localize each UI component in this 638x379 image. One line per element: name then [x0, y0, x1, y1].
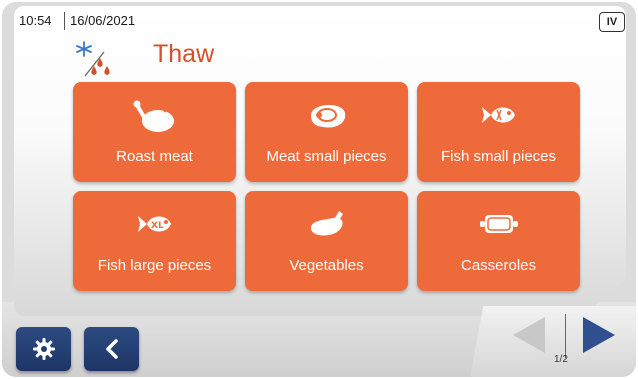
nav-divider [565, 314, 566, 358]
page-indicator: 1/2 [554, 354, 568, 365]
screen: 10:54 16/06/2021 IV Thaw Roast meat Meat… [2, 2, 636, 377]
program-label: Roast meat [116, 148, 193, 165]
level-badge[interactable]: IV [599, 12, 625, 32]
program-tile-meat-small-pieces[interactable]: Meat small pieces [245, 82, 408, 182]
program-label: Fish large pieces [97, 257, 212, 274]
page-title: Thaw [153, 40, 215, 68]
program-label: Fish small pieces [440, 148, 557, 165]
casserole-icon [479, 215, 518, 233]
program-tile-vegetables[interactable]: Vegetables [245, 191, 408, 291]
gear-icon [32, 338, 55, 360]
program-tile-roast-meat[interactable]: Roast meat [73, 82, 236, 182]
previous-page-arrow-icon[interactable] [509, 315, 549, 355]
eggplant-icon [310, 211, 343, 236]
program-tile-casseroles[interactable]: Casseroles [417, 191, 580, 291]
roast-chicken-icon [133, 100, 174, 132]
back-button[interactable] [84, 327, 139, 371]
program-label: Meat small pieces [266, 148, 387, 165]
program-tile-fish-small-pieces[interactable]: Fish small pieces [417, 82, 580, 182]
status-divider [64, 12, 65, 30]
status-time: 10:54 [19, 13, 52, 28]
settings-button[interactable] [16, 327, 71, 371]
fish-xl-icon: XL [137, 216, 171, 232]
back-arrow-icon [105, 339, 118, 359]
next-page-arrow-icon[interactable] [581, 315, 617, 355]
status-date: 16/06/2021 [70, 13, 136, 28]
steak-icon [310, 104, 345, 128]
fish-small-icon [481, 107, 515, 123]
program-label: Vegetables [289, 257, 364, 274]
svg-text:XL: XL [151, 221, 164, 231]
program-tile-fish-large-pieces[interactable]: XL Fish large pieces [73, 191, 236, 291]
program-label: Casseroles [460, 257, 537, 274]
thaw-icon [76, 41, 110, 77]
